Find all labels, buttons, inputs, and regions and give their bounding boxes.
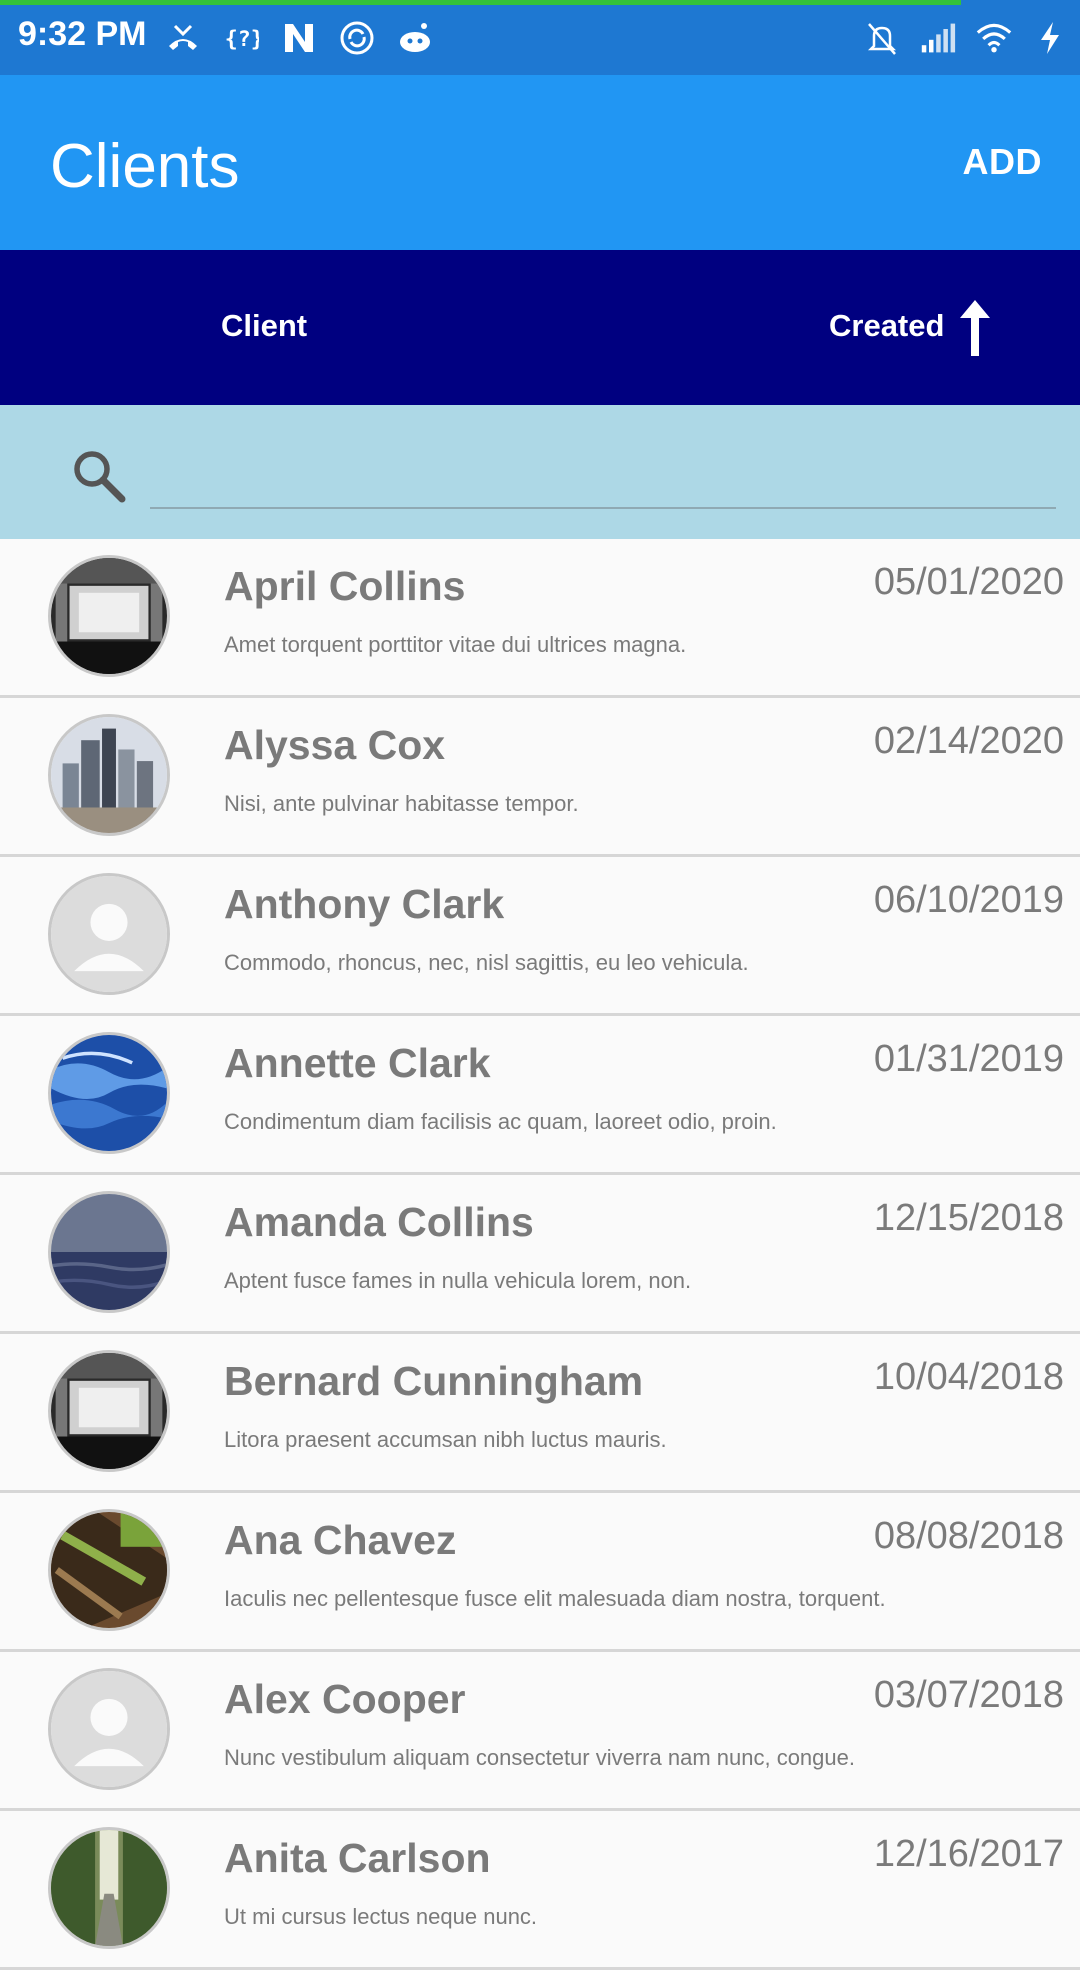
svg-text:{?}: {?} [225, 27, 259, 52]
client-row[interactable]: Anita Carlson 12/16/2017 Ut mi cursus le… [0, 1811, 1080, 1970]
client-name: Anthony Clark [224, 881, 505, 927]
status-progress-bar [0, 0, 962, 5]
n-app-icon [281, 20, 317, 56]
client-description: Iaculis nec pellentesque fusce elit male… [224, 1586, 886, 1611]
client-description: Litora praesent accumsan nibh luctus mau… [224, 1427, 667, 1452]
client-row[interactable]: Annette Clark 01/31/2019 Condimentum dia… [0, 1016, 1080, 1175]
client-list: April Collins 05/01/2020 Amet torquent p… [0, 539, 1080, 1970]
search-bar [0, 405, 1080, 539]
system-icons [864, 17, 1068, 59]
client-description: Ut mi cursus lectus neque nunc. [224, 1904, 538, 1929]
client-created-date: 12/15/2018 [873, 1197, 1064, 1239]
arrow-up-icon[interactable] [958, 300, 992, 356]
sort-by-client-button[interactable]: Client [221, 308, 307, 344]
client-created-date: 03/07/2018 [873, 1674, 1064, 1716]
client-created-date: 06/10/2019 [873, 879, 1064, 921]
avatar [48, 1827, 170, 1949]
client-row[interactable]: April Collins 05/01/2020 Amet torquent p… [0, 539, 1080, 698]
client-description: Condimentum diam facilisis ac quam, laor… [224, 1109, 777, 1134]
client-created-date: 12/16/2017 [873, 1833, 1064, 1875]
page-title: Clients [50, 132, 240, 201]
client-name: Ana Chavez [224, 1517, 457, 1563]
client-row[interactable]: Amanda Collins 12/15/2018 Aptent fusce f… [0, 1175, 1080, 1334]
sort-header: Client Created [0, 250, 1080, 405]
client-description: Nunc vestibulum aliquam consectetur vive… [224, 1745, 855, 1770]
missed-call-icon [165, 20, 201, 56]
status-bar: 9:32 PM {?} [0, 0, 1080, 75]
notification-icons: {?} [165, 17, 433, 59]
client-name: April Collins [224, 563, 466, 609]
avatar [48, 1668, 170, 1790]
avatar [48, 555, 170, 677]
client-created-date: 08/08/2018 [873, 1515, 1064, 1557]
bell-off-icon [864, 20, 900, 56]
wifi-icon [976, 20, 1012, 56]
client-name: Alex Cooper [224, 1676, 466, 1722]
client-created-date: 02/14/2020 [873, 720, 1064, 762]
search-input[interactable] [150, 435, 1056, 509]
client-row[interactable]: Alyssa Cox 02/14/2020 Nisi, ante pulvina… [0, 698, 1080, 857]
sort-by-created-button[interactable]: Created [829, 308, 944, 344]
client-description: Aptent fusce fames in nulla vehicula lor… [224, 1268, 692, 1293]
client-name: Annette Clark [224, 1040, 491, 1086]
client-name: Amanda Collins [224, 1199, 534, 1245]
status-time: 9:32 PM [18, 15, 147, 53]
client-description: Amet torquent porttitor vitae dui ultric… [224, 632, 687, 657]
charging-icon [1032, 20, 1068, 56]
client-row[interactable]: Ana Chavez 08/08/2018 Iaculis nec pellen… [0, 1493, 1080, 1652]
client-row[interactable]: Bernard Cunningham 10/04/2018 Litora pra… [0, 1334, 1080, 1493]
client-created-date: 10/04/2018 [873, 1356, 1064, 1398]
client-row[interactable]: Alex Cooper 03/07/2018 Nunc vestibulum a… [0, 1652, 1080, 1811]
search-icon [74, 451, 126, 503]
add-client-button[interactable]: ADD [963, 141, 1043, 183]
avatar [48, 1032, 170, 1154]
client-row[interactable]: Anthony Clark 06/10/2019 Commodo, rhoncu… [0, 857, 1080, 1016]
avatar [48, 714, 170, 836]
app-bar: Clients ADD [0, 75, 1080, 250]
avatar [48, 1191, 170, 1313]
client-created-date: 05/01/2020 [873, 561, 1064, 603]
code-icon: {?} [223, 20, 259, 56]
avatar [48, 1350, 170, 1472]
client-name: Anita Carlson [224, 1835, 491, 1881]
sync-icon [339, 20, 375, 56]
client-name: Bernard Cunningham [224, 1358, 644, 1404]
client-description: Commodo, rhoncus, nec, nisl sagittis, eu… [224, 950, 749, 975]
signal-icon [920, 20, 956, 56]
client-created-date: 01/31/2019 [873, 1038, 1064, 1080]
client-name: Alyssa Cox [224, 722, 446, 768]
client-description: Nisi, ante pulvinar habitasse tempor. [224, 791, 579, 816]
avatar [48, 1509, 170, 1631]
avatar [48, 873, 170, 995]
reddit-icon [397, 20, 433, 56]
